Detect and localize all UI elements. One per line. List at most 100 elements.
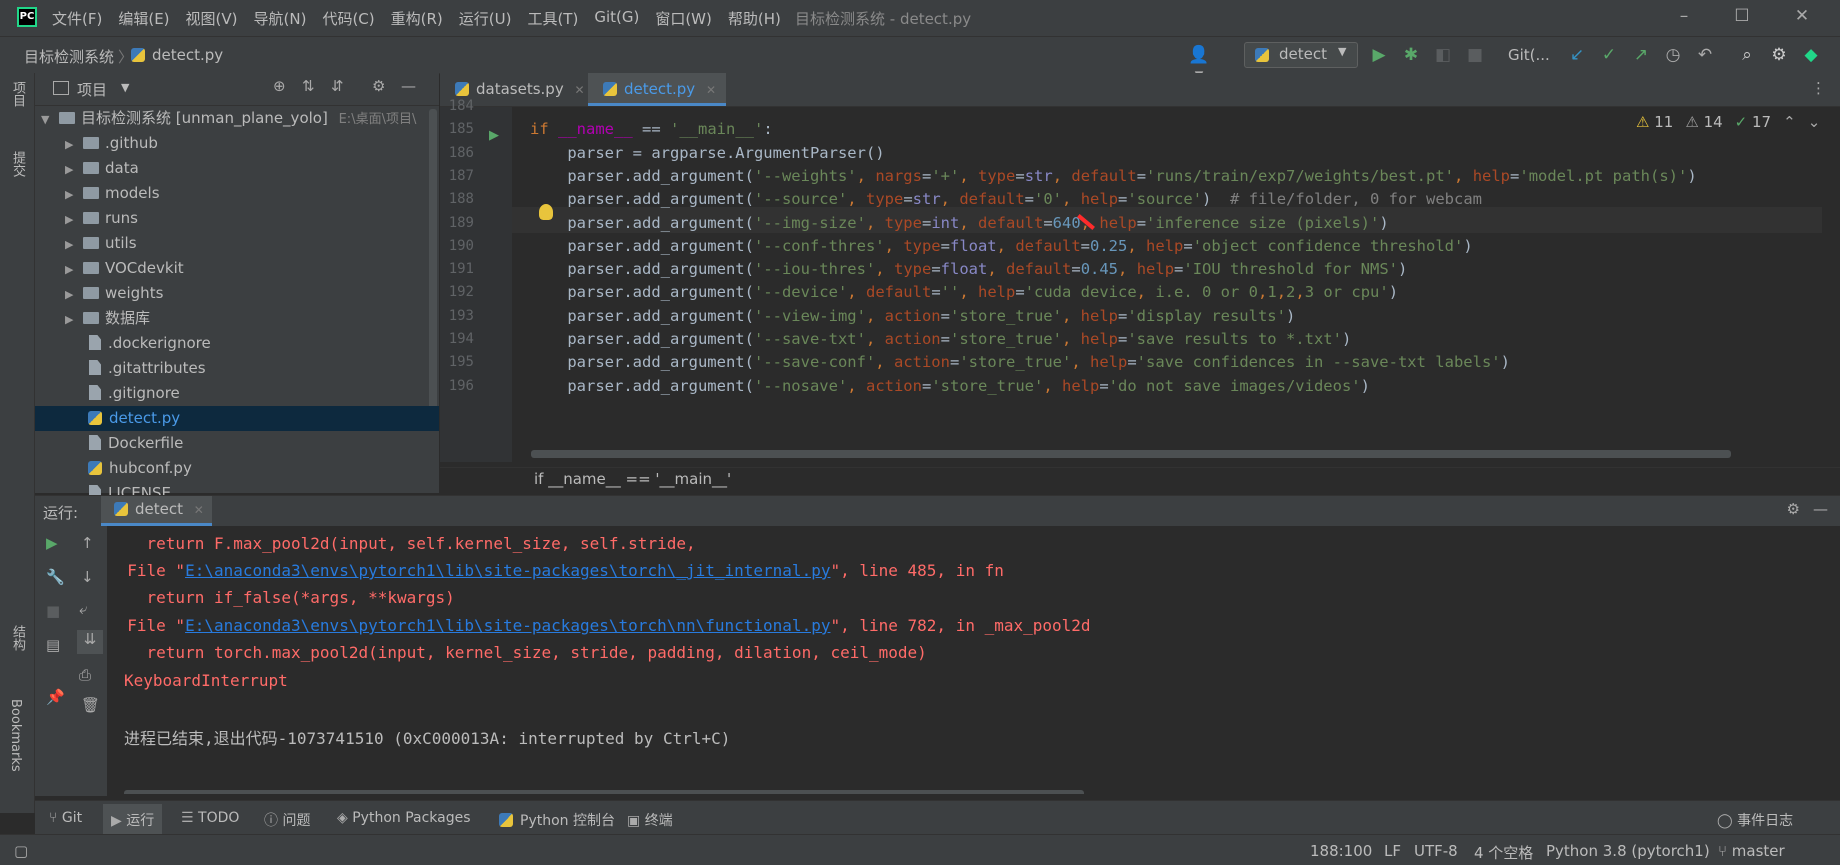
- git-branch[interactable]: ⑂ master: [1718, 842, 1785, 860]
- settings-gear-icon[interactable]: ⚙: [372, 77, 385, 95]
- console-hscrollbar[interactable]: [124, 790, 1084, 794]
- tree-item[interactable]: ▶ runs: [35, 206, 439, 231]
- chevron-right-icon[interactable]: ▶: [65, 232, 79, 257]
- chevron-up-icon[interactable]: ⌃: [1783, 113, 1796, 131]
- close-window-button[interactable]: ✕: [1790, 6, 1814, 28]
- menu-window[interactable]: 窗口(W): [655, 8, 712, 29]
- tree-item[interactable]: ▶ weights: [35, 281, 439, 306]
- trash-icon[interactable]: 🗑: [81, 696, 100, 714]
- tree-item[interactable]: ▶ 数据库: [35, 306, 439, 331]
- menu-refactor[interactable]: 重构(R): [391, 8, 443, 29]
- menu-view[interactable]: 视图(V): [186, 8, 238, 29]
- close-icon[interactable]: ✕: [194, 503, 204, 517]
- jetbrains-toolbox-icon[interactable]: ◆: [1800, 45, 1822, 65]
- chevron-right-icon[interactable]: ▶: [65, 257, 79, 282]
- tool-window-problems[interactable]: ⓘ 问题: [264, 810, 310, 830]
- maximize-button[interactable]: ☐: [1730, 6, 1754, 28]
- chevron-right-icon[interactable]: ▶: [65, 207, 79, 232]
- run-config-select[interactable]: detect ▼: [1244, 42, 1358, 68]
- run-gutter-icon[interactable]: ▶: [489, 128, 499, 143]
- run-tab-detect[interactable]: detect ✕: [101, 496, 212, 526]
- tool-window-python-packages[interactable]: ◈ Python Packages: [337, 810, 471, 826]
- close-icon[interactable]: ✕: [706, 83, 716, 97]
- layout-icon[interactable]: ▤: [46, 636, 60, 654]
- git-update-icon[interactable]: ↙: [1566, 45, 1588, 65]
- caret-position[interactable]: 188:100: [1310, 842, 1372, 860]
- tree-item[interactable]: detect.py: [35, 406, 439, 431]
- git-push-icon[interactable]: ↗: [1630, 45, 1652, 65]
- tree-root[interactable]: ▼ 目标检测系统 [unman_plane_yolo] E:\桌面\项目\: [35, 106, 439, 131]
- stop-icon[interactable]: ■: [1464, 45, 1486, 65]
- menu-tools[interactable]: 工具(T): [527, 8, 578, 29]
- chevron-right-icon[interactable]: ▶: [65, 307, 79, 332]
- stop-icon[interactable]: ■: [46, 602, 60, 620]
- git-commit-icon[interactable]: ✓: [1598, 45, 1620, 65]
- tree-item[interactable]: hubconf.py: [35, 456, 439, 481]
- indent-setting[interactable]: 4 个空格: [1474, 842, 1533, 863]
- chevron-right-icon[interactable]: ▶: [65, 157, 79, 182]
- history-icon[interactable]: ◷: [1662, 45, 1684, 65]
- tree-item[interactable]: ▶ VOCdevkit: [35, 256, 439, 281]
- tree-item[interactable]: .gitignore: [35, 381, 439, 406]
- print-icon[interactable]: ⎙: [79, 666, 91, 684]
- scope-breadcrumb[interactable]: if __name__ == '__main__': [534, 470, 731, 488]
- inspection-widget[interactable]: ⚠ 11 ⚠ 14 ✓ 17 ⌃ ⌄: [1636, 113, 1820, 131]
- tree-item[interactable]: Dockerfile: [35, 431, 439, 456]
- minimize-button[interactable]: –: [1672, 6, 1696, 28]
- tool-window-git[interactable]: ⑂ Git: [49, 810, 82, 826]
- event-log-button[interactable]: ◯ 事件日志: [1717, 810, 1793, 830]
- scroll-up-icon[interactable]: ↑: [81, 534, 94, 552]
- traceback-file-link[interactable]: E:\anaconda3\envs\pytorch1\lib\site-pack…: [185, 561, 830, 580]
- chevron-down-icon[interactable]: ⌄: [1808, 113, 1821, 131]
- line-separator[interactable]: LF: [1384, 842, 1401, 860]
- expand-all-icon[interactable]: ⇅: [302, 77, 315, 95]
- file-encoding[interactable]: UTF-8: [1414, 842, 1458, 860]
- tool-window-run[interactable]: ▶ 运行: [103, 804, 163, 836]
- editor-hscrollbar[interactable]: [531, 450, 1731, 458]
- breadcrumb-file[interactable]: detect.py: [152, 46, 223, 64]
- intention-bulb-icon[interactable]: [539, 204, 553, 220]
- wrench-icon[interactable]: 🔧: [46, 568, 65, 586]
- soft-wrap-icon[interactable]: ⤶: [79, 600, 87, 618]
- coverage-icon[interactable]: ◧: [1432, 45, 1454, 65]
- python-interpreter[interactable]: Python 3.8 (pytorch1): [1546, 842, 1710, 860]
- chevron-right-icon[interactable]: ▶: [65, 182, 79, 207]
- menu-edit[interactable]: 编辑(E): [118, 8, 169, 29]
- stripe-structure-tab[interactable]: 结构: [8, 625, 27, 651]
- hide-panel-icon[interactable]: —: [1813, 500, 1828, 518]
- menu-navigate[interactable]: 导航(N): [254, 8, 307, 29]
- settings-gear-icon[interactable]: ⚙: [1787, 500, 1800, 518]
- locate-icon[interactable]: ⊕: [273, 77, 286, 95]
- run-icon[interactable]: ▶: [1368, 45, 1390, 65]
- stripe-commit-tab[interactable]: 提交: [8, 151, 27, 177]
- tree-item[interactable]: ▶ .github: [35, 131, 439, 156]
- tool-window-terminal[interactable]: ▣ 终端: [627, 810, 673, 830]
- breadcrumb-project[interactable]: 目标检测系统: [24, 46, 114, 67]
- menu-help[interactable]: 帮助(H): [728, 8, 781, 29]
- chevron-right-icon[interactable]: ▶: [65, 132, 79, 157]
- tree-item[interactable]: .gitattributes: [35, 356, 439, 381]
- menu-run[interactable]: 运行(U): [459, 8, 512, 29]
- pin-icon[interactable]: 📌: [46, 688, 65, 706]
- rollback-icon[interactable]: ↶: [1694, 45, 1716, 65]
- tree-item[interactable]: .dockerignore: [35, 331, 439, 356]
- chevron-right-icon[interactable]: ▶: [65, 282, 79, 307]
- menu-git[interactable]: Git(G): [594, 8, 639, 29]
- hide-panel-icon[interactable]: —: [401, 77, 416, 95]
- run-console[interactable]: return F.max_pool2d(input, self.kernel_s…: [108, 526, 1798, 794]
- more-options-icon[interactable]: ⋮: [1811, 79, 1826, 97]
- close-icon[interactable]: ✕: [574, 83, 584, 97]
- toggle-tool-windows-icon[interactable]: ▢: [14, 842, 28, 860]
- tab-detect[interactable]: detect.py ✕: [588, 73, 726, 106]
- tool-window-todo[interactable]: ☰ TODO: [181, 810, 239, 826]
- stripe-bookmarks-tab[interactable]: Bookmarks: [8, 699, 23, 772]
- scroll-to-end-icon[interactable]: ⇊: [77, 630, 103, 654]
- chevron-down-icon[interactable]: ▼: [121, 81, 129, 94]
- debug-icon[interactable]: ✱: [1400, 45, 1422, 65]
- project-panel-title[interactable]: 项目: [77, 79, 107, 100]
- tree-item[interactable]: ▶ data: [35, 156, 439, 181]
- user-icon[interactable]: 👤▾: [1188, 45, 1210, 85]
- git-label[interactable]: Git(...: [1508, 46, 1550, 64]
- tree-item[interactable]: ▶ models: [35, 181, 439, 206]
- tool-window-python-console[interactable]: Python 控制台: [494, 810, 615, 830]
